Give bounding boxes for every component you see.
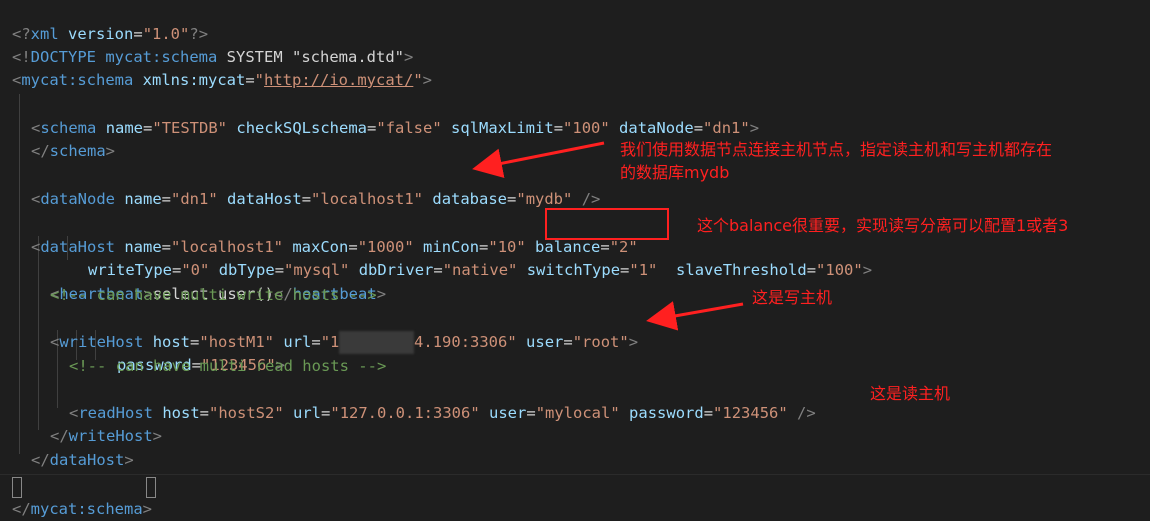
code-line-comment-read[interactable]: <!-- can have multi read hosts --> [69,355,386,378]
tag-name: dataNode [40,190,115,208]
tag-name: mycat:schema [21,71,134,89]
attr-value: "100" [563,119,610,137]
attr-name: name [124,190,162,208]
tag-name: schema [49,142,106,160]
tag-close: > [749,119,760,137]
code-line-datahost-close[interactable]: </dataHost> [31,426,134,469]
attr-name: url [293,404,322,422]
tag-name: dataHost [49,451,125,469]
attr-value: "123456" [713,404,788,422]
attr-value: "localhost1" [311,190,424,208]
code-line-heartbeat[interactable]: <heartbeat>select user()</heartbeat> [50,260,386,303]
writehost-arrow [646,301,744,331]
indent-guide [19,94,20,454]
attr-value-url-start: "1 [320,333,340,351]
code-line-datahost-cont[interactable]: writeType="0" dbType="mysql" dbDriver="n… [88,236,872,279]
datanode-annotation-line2: 的数据库mydb [620,163,730,182]
tag-open: </ [31,142,50,160]
attr-value: "100" [816,261,863,279]
writehost-annotation: 这是写主机 [752,288,833,307]
readhost-annotation: 这是读主机 [870,384,951,403]
attr-value: "dn1" [171,190,218,208]
bracket-match-highlight [146,477,156,498]
attr-value: "dn1" [703,119,750,137]
tag-open: < [12,71,22,89]
attr-name: database [432,190,508,208]
code-line-writehost-close[interactable]: </writeHost> [50,402,162,445]
bracket-match-highlight [12,477,22,498]
code-line-schema-close[interactable]: </schema> [31,117,115,160]
code-line-comment-write[interactable]: <!-- can have multi write hosts --> [50,284,377,307]
attr-name: xmlns:mycat [142,71,246,89]
balance-annotation: 这个balance很重要，实现读写分离可以配置1或者3 [697,216,1069,235]
tag-close: > [862,261,873,279]
tag-open: </ [12,500,31,518]
code-line-password[interactable]: password="123456"> [117,331,285,374]
attr-name: user [526,333,564,351]
tag-open: < [31,190,41,208]
attr-value: "127.0.0.1:3306" [330,404,480,422]
tag-open: </ [31,451,50,469]
tag-open: < [50,333,60,351]
attr-name: dataNode [619,119,694,137]
code-line-mycat-schema-open[interactable]: <mycat:schema xmlns:mycat="http://io.myc… [12,46,432,89]
tag-name: mycat:schema [30,500,143,518]
editor-separator [0,474,1150,475]
indent-guide [38,236,39,430]
code-line-writehost[interactable]: <writeHost host="hostM1" url="1xxxxxxxx4… [50,308,638,354]
quote: " [413,71,423,89]
attr-value: "1" [629,261,658,279]
code-line-xml-decl[interactable]: <?xml version="1.0"?> [12,0,208,43]
tag-close: > [105,142,116,160]
tag-close: > [152,427,163,445]
attr-value: "native" [442,261,518,279]
code-line-mycat-schema-close[interactable]: </mycat:schema> [12,475,152,518]
code-line-readhost[interactable]: <readHost host="hostS2" url="127.0.0.1:3… [69,379,816,422]
equals: = [245,71,255,89]
attr-value-url-end: 4.190:3306" [414,333,517,351]
attr-name: url [283,333,312,351]
tag-close: > [422,71,433,89]
attr-value: "hostS2" [209,404,284,422]
tag-close: > [376,285,387,303]
tag-close: /> [581,190,601,208]
quote: " [254,71,265,89]
attr-name: dataHost [227,190,302,208]
attr-value: "root" [572,333,629,351]
attr-value: "false" [376,119,442,137]
attr-value: "mylocal" [535,404,620,422]
code-line-doctype[interactable]: <!DOCTYPE mycat:schema SYSTEM "schema.dt… [12,23,413,66]
tag-close: > [628,333,639,351]
namespace-url-link[interactable]: http://io.mycat/ [264,71,413,89]
attr-name: checkSQLschema [236,119,368,137]
attr-value: "mydb" [516,190,573,208]
tag-close: > [124,451,134,469]
code-line-datanode[interactable]: <dataNode name="dn1" dataHost="localhost… [31,165,600,208]
attr-name: host [162,404,200,422]
tag-close: > [142,500,152,518]
tag-open: < [31,238,41,256]
attr-value: "TESTDB" [152,119,228,137]
redacted-ip-blur: xxxxxxxx [339,331,415,354]
tag-close: /> [797,404,816,422]
attr-name: switchType [526,261,621,279]
attr-name: sqlMaxLimit [451,119,554,137]
code-line-schema-open[interactable]: <schema name="TESTDB" checkSQLschema="fa… [31,94,759,137]
attr-name: password [629,404,704,422]
datanode-annotation-line1: 我们使用数据节点连接主机节点，指定读主机和写主机都存在 [620,140,1053,159]
balance-highlight-box [545,208,669,240]
attr-name: slaveThreshold [676,261,807,279]
attr-name: user [489,404,527,422]
